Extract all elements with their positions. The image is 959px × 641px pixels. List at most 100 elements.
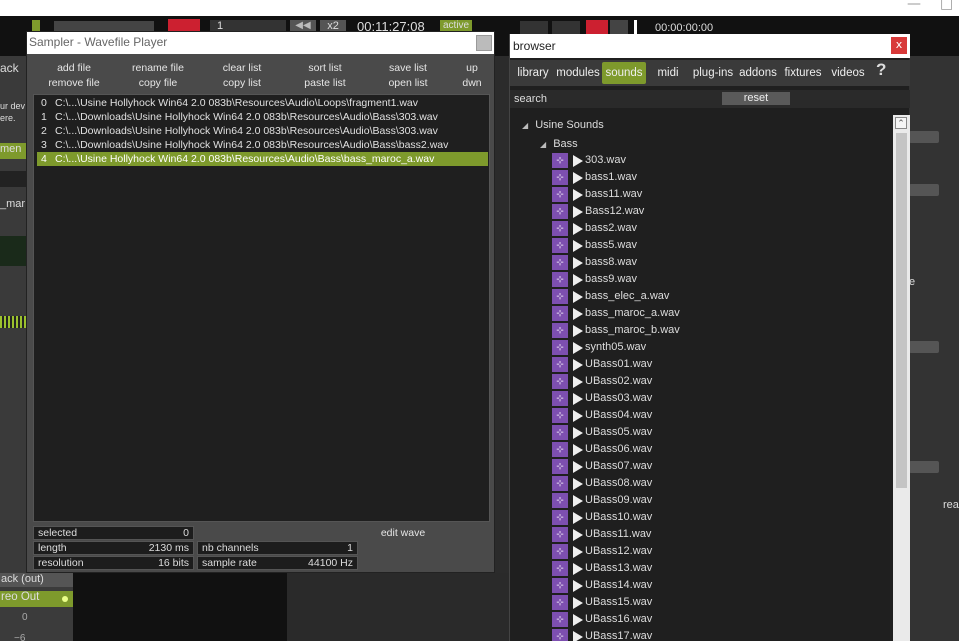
host-right-block[interactable] bbox=[909, 131, 939, 143]
play-preview-icon[interactable] bbox=[573, 529, 583, 541]
scroll-up-icon[interactable]: ⌃ bbox=[895, 117, 907, 129]
edit-wave-button[interactable]: edit wave bbox=[362, 526, 444, 541]
play-preview-icon[interactable] bbox=[573, 478, 583, 490]
play-preview-icon[interactable] bbox=[573, 546, 583, 558]
play-preview-icon[interactable] bbox=[573, 291, 583, 303]
browser-title[interactable]: browser bbox=[510, 34, 910, 58]
sound-file-item[interactable]: ⊹ UBass16.wav bbox=[552, 611, 752, 628]
play-preview-icon[interactable] bbox=[573, 206, 583, 218]
tab-videos[interactable]: videos bbox=[828, 62, 868, 84]
host-right-block[interactable] bbox=[909, 341, 939, 353]
sound-file-item[interactable]: ⊹ bass_elec_a.wav bbox=[552, 288, 752, 305]
tab-addons[interactable]: addons bbox=[738, 62, 778, 84]
file-list-item[interactable]: 3 C:\...\Downloads\Usine Hollyhock Win64 … bbox=[37, 138, 488, 152]
sound-file-item[interactable]: ⊹ bass_maroc_a.wav bbox=[552, 305, 752, 322]
play-preview-icon[interactable] bbox=[573, 410, 583, 422]
minimize-icon[interactable]: — bbox=[907, 0, 921, 12]
file-list-item[interactable]: 0 C:\...\Usine Hollyhock Win64 2.0 083b\R… bbox=[37, 96, 488, 110]
open-list-button[interactable]: open list bbox=[367, 76, 449, 91]
file-list-item[interactable]: 1 C:\...\Downloads\Usine Hollyhock Win64 … bbox=[37, 110, 488, 124]
sound-file-item[interactable]: ⊹ UBass02.wav bbox=[552, 373, 752, 390]
play-preview-icon[interactable] bbox=[573, 580, 583, 592]
copy-file-button[interactable]: copy file bbox=[117, 76, 199, 91]
play-preview-icon[interactable] bbox=[573, 359, 583, 371]
sound-file-item[interactable]: ⊹ UBass06.wav bbox=[552, 441, 752, 458]
play-preview-icon[interactable] bbox=[573, 614, 583, 626]
host-right-block[interactable] bbox=[909, 461, 939, 473]
host-left-text-4[interactable]: men bbox=[0, 143, 26, 159]
scrollbar-thumb[interactable] bbox=[896, 133, 907, 488]
sound-file-item[interactable]: ⊹ UBass15.wav bbox=[552, 594, 752, 611]
play-preview-icon[interactable] bbox=[573, 495, 583, 507]
sound-file-item[interactable]: ⊹ bass9.wav bbox=[552, 271, 752, 288]
play-preview-icon[interactable] bbox=[573, 223, 583, 235]
expand-triangle-icon[interactable]: ◢ bbox=[522, 121, 528, 130]
maximize-icon[interactable]: □ bbox=[940, 0, 953, 12]
play-preview-icon[interactable] bbox=[573, 427, 583, 439]
paste-list-button[interactable]: paste list bbox=[284, 76, 366, 91]
search-input[interactable] bbox=[566, 91, 716, 106]
play-preview-icon[interactable] bbox=[573, 376, 583, 388]
play-preview-icon[interactable] bbox=[573, 257, 583, 269]
play-preview-icon[interactable] bbox=[573, 597, 583, 609]
tab-library[interactable]: library bbox=[514, 62, 552, 84]
sound-file-item[interactable]: ⊹ 303.wav bbox=[552, 152, 752, 169]
tree-root-node[interactable]: ◢ Usine Sounds bbox=[522, 119, 604, 131]
host-right-block[interactable] bbox=[909, 184, 939, 196]
sound-file-item[interactable]: ⊹ bass8.wav bbox=[552, 254, 752, 271]
remove-file-button[interactable]: remove file bbox=[33, 76, 115, 91]
clear-list-button[interactable]: clear list bbox=[201, 61, 283, 76]
sound-file-item[interactable]: ⊹ synth05.wav bbox=[552, 339, 752, 356]
transport-back-button[interactable] bbox=[610, 20, 628, 34]
sound-file-item[interactable]: ⊹ UBass01.wav bbox=[552, 356, 752, 373]
add-file-button[interactable]: add file bbox=[33, 61, 115, 76]
sound-file-item[interactable]: ⊹ UBass12.wav bbox=[552, 543, 752, 560]
play-preview-icon[interactable] bbox=[573, 563, 583, 575]
play-preview-icon[interactable] bbox=[573, 172, 583, 184]
play-preview-icon[interactable] bbox=[573, 325, 583, 337]
host-left-control[interactable] bbox=[0, 171, 26, 187]
play-preview-icon[interactable] bbox=[573, 342, 583, 354]
sound-tree[interactable]: ◢ Usine Sounds ◢ Bass ⊹ 303.wav ⊹ bass1.wav… bbox=[510, 114, 896, 641]
rename-file-button[interactable]: rename file bbox=[117, 61, 199, 76]
sound-file-item[interactable]: ⊹ bass2.wav bbox=[552, 220, 752, 237]
help-icon[interactable]: ? bbox=[876, 60, 886, 80]
sound-file-item[interactable]: ⊹ UBass14.wav bbox=[552, 577, 752, 594]
expand-triangle-icon[interactable]: ◢ bbox=[540, 140, 546, 149]
sound-file-item[interactable]: ⊹ bass_maroc_b.wav bbox=[552, 322, 752, 339]
reset-button[interactable]: reset bbox=[722, 92, 790, 105]
down-button[interactable]: dwn bbox=[452, 76, 492, 91]
sound-file-item[interactable]: ⊹ bass11.wav bbox=[552, 186, 752, 203]
sound-file-item[interactable]: ⊹ UBass07.wav bbox=[552, 458, 752, 475]
play-preview-icon[interactable] bbox=[573, 189, 583, 201]
file-list-item[interactable]: 2 C:\...\Downloads\Usine Hollyhock Win64 … bbox=[37, 124, 488, 138]
tab-fixtures[interactable]: fixtures bbox=[782, 62, 824, 84]
sound-file-item[interactable]: ⊹ UBass05.wav bbox=[552, 424, 752, 441]
play-preview-icon[interactable] bbox=[573, 308, 583, 320]
sound-file-item[interactable]: ⊹ UBass13.wav bbox=[552, 560, 752, 577]
play-preview-icon[interactable] bbox=[573, 240, 583, 252]
play-preview-icon[interactable] bbox=[573, 512, 583, 524]
browser-close-icon[interactable]: x bbox=[891, 37, 907, 54]
file-list[interactable]: 0 C:\...\Usine Hollyhock Win64 2.0 083b\R… bbox=[33, 94, 490, 522]
sound-file-item[interactable]: ⊹ bass1.wav bbox=[552, 169, 752, 186]
play-preview-icon[interactable] bbox=[573, 155, 583, 167]
sampler-title[interactable]: Sampler - Wavefile Player bbox=[27, 32, 494, 54]
sound-file-item[interactable]: ⊹ UBass17.wav bbox=[552, 628, 752, 641]
sampler-close-icon[interactable] bbox=[476, 35, 492, 51]
sound-file-item[interactable]: ⊹ bass5.wav bbox=[552, 237, 752, 254]
tree-scrollbar[interactable]: ⌃ bbox=[893, 115, 910, 641]
sound-file-item[interactable]: ⊹ UBass04.wav bbox=[552, 407, 752, 424]
copy-list-button[interactable]: copy list bbox=[201, 76, 283, 91]
file-list-item-selected[interactable]: 4 C:\...\Usine Hollyhock Win64 2.0 083b\R… bbox=[37, 152, 488, 166]
sort-list-button[interactable]: sort list bbox=[284, 61, 366, 76]
sound-file-item[interactable]: ⊹ UBass08.wav bbox=[552, 475, 752, 492]
sound-file-item[interactable]: ⊹ UBass09.wav bbox=[552, 492, 752, 509]
play-button[interactable] bbox=[586, 20, 608, 34]
play-preview-icon[interactable] bbox=[573, 444, 583, 456]
play-preview-icon[interactable] bbox=[573, 393, 583, 405]
tab-midi[interactable]: midi bbox=[652, 62, 684, 84]
tab-sounds[interactable]: sounds bbox=[602, 62, 646, 84]
tree-folder-node[interactable]: ◢ Bass bbox=[540, 138, 578, 150]
save-list-button[interactable]: save list bbox=[367, 61, 449, 76]
